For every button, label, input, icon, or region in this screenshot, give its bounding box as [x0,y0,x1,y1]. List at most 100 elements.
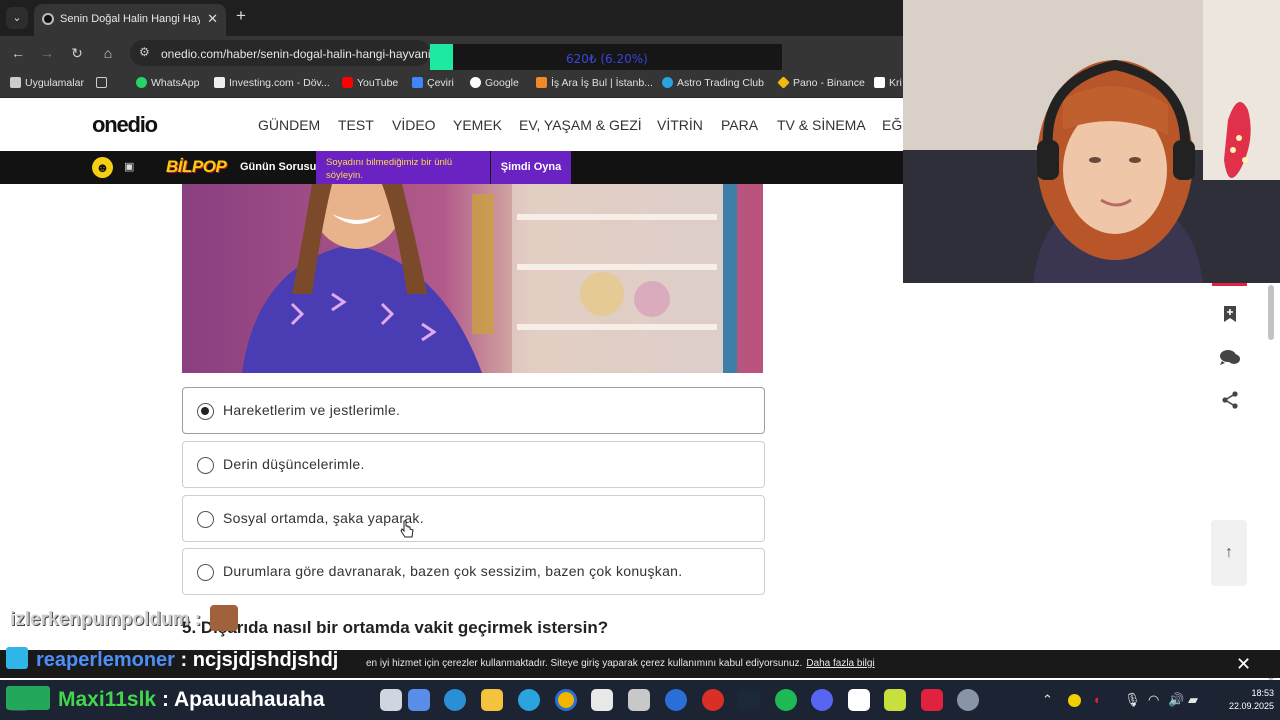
smiley-icon[interactable]: ☻ [92,157,113,178]
cookie-close-icon[interactable]: ✕ [1236,654,1251,675]
bookmark-icon [874,77,885,88]
stream-ticker-value: 620₺ (6.20%) [566,52,648,66]
nav-gundem[interactable]: GÜNDEM [258,117,320,133]
daily-question-label: Günün Sorusu [240,161,317,173]
chrome-icon[interactable] [555,689,577,711]
wps-icon[interactable] [921,689,943,711]
back-arrow-icon[interactable]: ← [7,42,29,64]
google-icon [470,77,481,88]
radio-icon[interactable] [197,564,214,581]
site-info-icon[interactable]: ⚙ [139,45,150,59]
bookmark-youtube[interactable]: YouTube [342,77,398,89]
bookmark-ceviri[interactable]: Çeviri [412,77,454,89]
daily-question-text[interactable]: Soyadını bilmediğimiz bir ünlü söyleyin. [316,151,490,184]
bookmarks-bar: Uygulamalar WhatsApp Investing.com - Döv… [0,70,903,98]
url-text: onedio.com/haber/senin-dogal-halin-hangi… [161,47,431,61]
nav-video[interactable]: VİDEO [392,117,436,133]
onedio-logo[interactable]: onedio [92,112,158,138]
tray-chevron-icon[interactable]: ⌃ [1042,692,1053,708]
quiz-question-image [182,184,763,373]
radio-selected-icon[interactable] [197,403,214,420]
next-question-title: 5. Dışarıda nasıl bir ortamda vakit geçi… [182,618,609,637]
nav-vitrin[interactable]: VİTRİN [657,117,703,133]
quiz-answer-option[interactable]: Derin düşüncelerimle. [182,441,765,488]
clock-date: 22.09.2025 [1228,701,1274,711]
browser-tab-active[interactable]: Senin Doğal Halin Hangi Hayvan ✕ [34,4,226,36]
answer-label: Durumlara göre davranarak, bazen çok ses… [223,563,683,579]
bookmark-astro-trading[interactable]: Astro Trading Club [662,77,764,89]
bookmark-uygulamalar[interactable]: Uygulamalar [10,77,84,89]
chat-line: izlerkenpumpoldum : [10,605,239,631]
steam-icon[interactable] [738,689,760,711]
address-bar[interactable]: ⚙ onedio.com/haber/senin-dogal-halin-han… [130,40,431,66]
answer-label: Derin düşüncelerimle. [223,456,365,472]
tray-app-icon[interactable] [1068,694,1081,707]
bookmark-google[interactable]: Google [470,77,519,89]
recorder-icon[interactable] [702,689,724,711]
task-view-icon[interactable] [380,689,402,711]
site-header: onedio GÜNDEM TEST VİDEO YEMEK EV, YAŞAM… [0,99,906,151]
store-icon[interactable] [591,689,613,711]
answer-label: Sosyal ortamda, şaka yaparak. [223,510,424,526]
notepad-icon[interactable] [628,689,650,711]
bookmark-grid[interactable] [96,77,111,89]
chat-badge-icon [6,647,28,669]
quiz-answer-option[interactable]: Sosyal ortamda, şaka yaparak. [182,495,765,542]
discord-icon[interactable] [811,689,833,711]
webcam-feed [903,0,1280,283]
chat-username: Maxi11slk [58,688,157,711]
microphone-icon[interactable]: 🎙 [1124,692,1141,708]
play-now-button[interactable]: Şimdi Oyna [491,151,571,184]
page-scrollbar-thumb[interactable] [1268,285,1274,340]
bookmark-kariyer[interactable]: İş Ara İş Bul | İstanb... [536,77,653,89]
chat-username: reaperlemoner [36,649,175,671]
nav-tv-sinema[interactable]: TV & SİNEMA [777,117,866,133]
battery-icon[interactable]: ▰ [1188,692,1198,708]
quiz-answer-option[interactable]: Hareketlerim ve jestlerimle. [182,387,765,434]
nav-para[interactable]: PARA [721,117,758,133]
new-tab-button[interactable]: + [236,6,246,26]
chat-badge-icon [6,686,50,710]
scroll-to-top-button[interactable]: ↑ [1211,520,1247,586]
nav-test[interactable]: TEST [338,117,374,133]
share-icon[interactable] [1213,382,1247,416]
capcut-icon[interactable] [848,689,870,711]
cookie-text: en iyi hizmet için çerezler kullanmaktad… [366,658,875,669]
grid-icon [96,77,107,88]
cookie-more-link[interactable]: Daha fazla bilgi [806,658,874,669]
spotify-icon[interactable] [775,689,797,711]
file-explorer-icon[interactable] [481,689,503,711]
radio-icon[interactable] [197,457,214,474]
nav-yemek[interactable]: YEMEK [453,117,502,133]
gamepad-icon[interactable]: ▣ [124,160,138,174]
volume-icon[interactable]: 🔊 [1168,692,1184,708]
wifi-icon[interactable]: ◠ [1148,692,1159,708]
bilpop-logo[interactable]: BİLPOP [166,157,227,177]
chat-message: ncjsjdjshdjshdj [192,649,339,671]
bookmark-add-icon[interactable] [1213,296,1247,330]
home-icon[interactable]: ⌂ [97,42,119,64]
obs-icon[interactable] [884,689,906,711]
comments-icon[interactable] [1213,339,1247,373]
telegram-taskbar-icon[interactable] [518,689,540,711]
bookmark-kri[interactable]: Kri [874,77,902,89]
app-icon[interactable] [665,689,687,711]
tab-close-icon[interactable]: ✕ [207,11,218,27]
reload-icon[interactable]: ↻ [66,42,88,64]
apps-grid-icon [10,77,21,88]
bookmark-whatsapp[interactable]: WhatsApp [136,77,199,89]
quiz-answer-option[interactable]: Durumlara göre davranarak, bazen çok ses… [182,548,765,595]
bookmark-binance[interactable]: Pano - Binance [777,76,865,89]
radio-icon[interactable] [197,511,214,528]
nav-ev-yasam-gezi[interactable]: EV, YAŞAM & GEZİ [519,117,642,133]
settings-icon[interactable] [957,689,979,711]
copilot-icon[interactable] [408,689,430,711]
chat-username: izlerkenpumpoldum [10,609,190,630]
tray-headset-icon[interactable]: ◐ [1094,692,1102,707]
forward-arrow-icon[interactable]: → [36,42,58,64]
binance-icon [777,76,790,89]
bookmark-investing[interactable]: Investing.com - Döv... [214,77,330,89]
edge-icon[interactable] [444,689,466,711]
taskbar-clock[interactable]: 18:53 22.09.2025 [1214,687,1274,713]
tab-search-chevron-icon[interactable]: ⌄ [6,7,28,29]
